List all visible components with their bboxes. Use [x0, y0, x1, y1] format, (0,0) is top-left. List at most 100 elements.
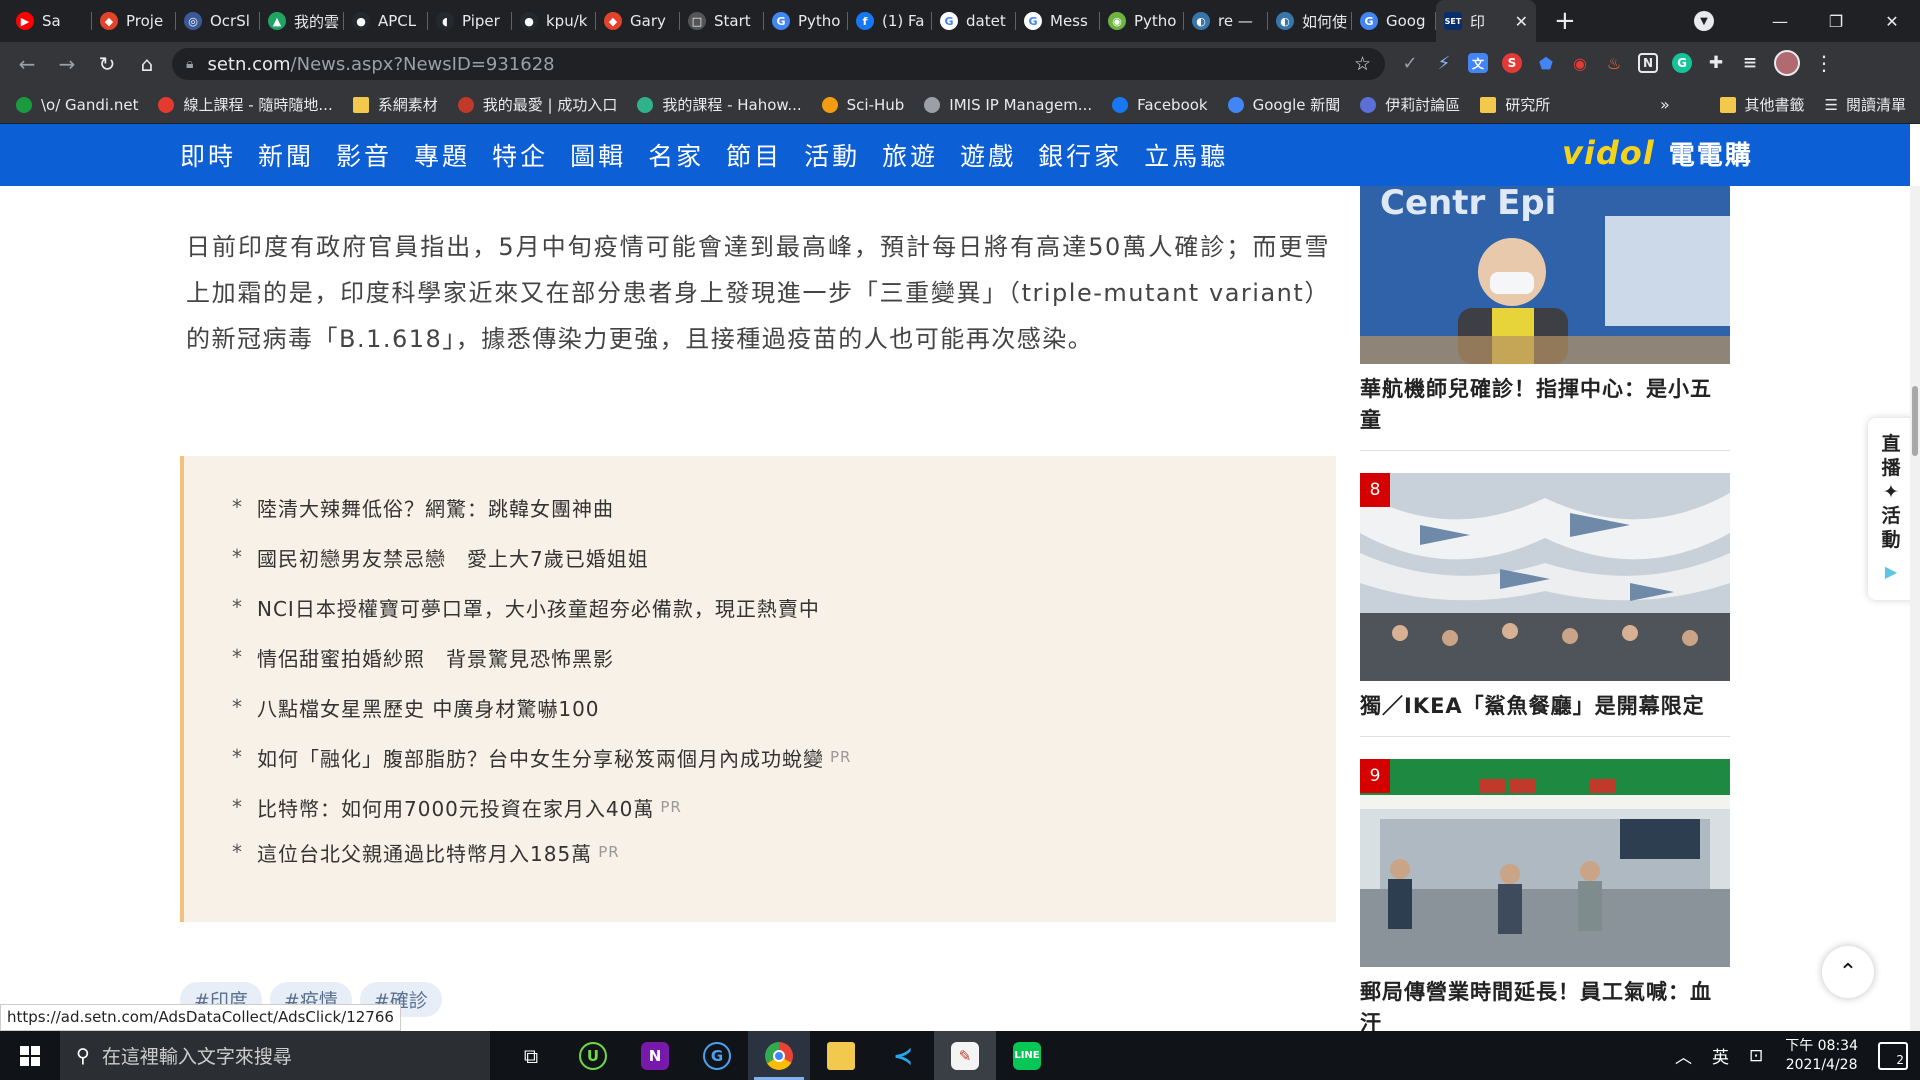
browser-tab[interactable]: Gdatet [932, 0, 1016, 42]
bookmark-item[interactable]: 我的課程 - Hahow... [637, 94, 802, 115]
site-nav-item[interactable]: 活動 [804, 137, 860, 173]
sidebar-thumbnail[interactable]: Centr Epi [1360, 186, 1730, 364]
taskbar-app-onenote[interactable]: N [624, 1031, 686, 1080]
site-nav-item[interactable]: 即時 [180, 137, 236, 173]
ime-indicator[interactable]: 英 [1712, 1043, 1729, 1068]
browser-tab[interactable]: ● kpu/k [512, 0, 596, 42]
home-button[interactable]: ⌂ [130, 47, 164, 81]
browser-tab[interactable]: ◎ OcrSl [176, 0, 260, 42]
vidol-logo[interactable]: vidol [1562, 134, 1655, 172]
forward-button[interactable]: → [50, 47, 84, 81]
bookmark-item[interactable]: Google 新聞 [1227, 94, 1340, 115]
bookmark-star-icon[interactable]: ☆ [1354, 53, 1371, 75]
site-nav-item[interactable]: 專題 [414, 137, 470, 173]
site-nav-item[interactable]: 旅遊 [882, 137, 938, 173]
new-tab-button[interactable]: + [1554, 0, 1576, 42]
profile-avatar[interactable] [1774, 50, 1800, 76]
start-button[interactable] [0, 1031, 60, 1080]
close-window-button[interactable]: ✕ [1864, 12, 1920, 31]
address-bar[interactable]: 🔒︎ setn.com/News.aspx?NewsID=931628 ☆ [172, 48, 1385, 80]
site-nav-item[interactable]: 節目 [726, 137, 782, 173]
fire-extension-icon[interactable]: ♨ [1604, 53, 1624, 73]
site-nav-item[interactable]: 名家 [648, 137, 704, 173]
taskbar-app-explorer[interactable] [810, 1031, 872, 1080]
bolt-extension-icon[interactable]: ⚡ [1434, 53, 1454, 74]
site-nav-item[interactable]: 遊戲 [960, 137, 1016, 173]
live-activity-widget[interactable]: 直播 ✦ 活動 ▶ [1868, 418, 1914, 600]
back-to-top-button[interactable]: ⌃ [1822, 946, 1874, 998]
site-nav-item[interactable]: 銀行家 [1038, 137, 1122, 173]
site-nav-item[interactable]: 影音 [336, 137, 392, 173]
browser-tab[interactable]: ◐ 如何使 [1268, 0, 1352, 42]
browser-tab[interactable]: □ Start [680, 0, 764, 42]
notion-extension-icon[interactable]: N [1638, 53, 1658, 73]
browser-tab[interactable]: ▶ Sa [8, 0, 92, 42]
tab-active[interactable]: SET 印 ✕ [1436, 0, 1536, 42]
browser-tab[interactable]: ◖ Piper [428, 0, 512, 42]
back-button[interactable]: ← [10, 47, 44, 81]
browser-tab[interactable]: G Pytho [764, 0, 848, 42]
bookmark-item[interactable]: 系網素材 [352, 94, 438, 115]
minimize-button[interactable]: — [1752, 12, 1808, 31]
related-link[interactable]: * 八點檔女星黑歷史 中廣身材驚嚇100 [232, 682, 1336, 732]
page-scrollbar[interactable] [1910, 186, 1920, 1031]
reload-button[interactable]: ↻ [90, 47, 124, 81]
related-link[interactable]: * 如何「融化」腹部脂肪？台中女生分享秘笈兩個月內成功蛻變 PR [232, 732, 1336, 782]
grammarly-extension-icon[interactable]: G [1672, 53, 1692, 73]
sidebar-card[interactable]: 9 郵局傳營業時間延長！員工氣喊：血汗 [1360, 759, 1730, 1053]
browser-tab[interactable]: ◐ re — [1184, 0, 1268, 42]
browser-tab[interactable]: ● APCL [344, 0, 428, 42]
other-bookmarks-folder[interactable]: 其他書籤 [1719, 94, 1805, 115]
sidebar-thumbnail[interactable]: 9 [1360, 759, 1730, 967]
sidebar-card[interactable]: 8 獨／IKEA「鯊魚餐廳」是開幕限定 [1360, 473, 1730, 737]
site-nav-item[interactable]: 特企 [492, 137, 548, 173]
browser-tab[interactable]: f (1) Fa [848, 0, 932, 42]
bookmark-item[interactable]: \o/ Gandi.net [16, 94, 138, 115]
related-link[interactable]: * NCI日本授權寶可夢口罩，大小孩童超夯必備款，現正熱賣中 [232, 582, 1336, 632]
sidebar-card-title[interactable]: 華航機師兒確診！指揮中心：是小五童 [1360, 364, 1730, 451]
bookmark-item[interactable]: 伊莉討論區 [1360, 94, 1460, 115]
browser-tab[interactable]: ◉ Pytho [1100, 0, 1184, 42]
notification-center-icon[interactable]: 2 [1878, 1041, 1908, 1070]
related-link[interactable]: * 比特幣：如何用7000元投資在家月入40萬 PR [232, 782, 1336, 832]
taskbar-search-box[interactable]: ⚲ 在這裡輸入文字來搜尋 [60, 1031, 490, 1080]
taskbar-app-chrome[interactable] [748, 1031, 810, 1080]
site-nav-item[interactable]: 圖輯 [570, 137, 626, 173]
taskbar-app-vscode[interactable]: ≺ [872, 1031, 934, 1080]
taskbar-app-upwork[interactable]: U [562, 1031, 624, 1080]
sidebar-thumbnail[interactable]: 8 [1360, 473, 1730, 681]
browser-tab[interactable]: ◆ Gary [596, 0, 680, 42]
bookmark-item[interactable]: 研究所 [1480, 94, 1550, 115]
close-tab-icon[interactable]: ✕ [1515, 12, 1528, 31]
check-extension-icon[interactable]: ✓ [1400, 53, 1420, 74]
taskbar-clock[interactable]: 下午 08:34 2021/4/28 [1785, 1037, 1858, 1075]
browser-tab[interactable]: G Goog [1352, 0, 1436, 42]
browser-tab[interactable]: ▲ 我的雲 [260, 0, 344, 42]
related-link[interactable]: * 這位台北父親通過比特幣月入185萬 PR [232, 832, 1336, 872]
taskbar-app-line[interactable]: LINE [996, 1031, 1058, 1080]
bookmarks-overflow-icon[interactable]: » [1660, 95, 1670, 114]
menu-kebab-icon[interactable]: ⋮ [1814, 51, 1834, 75]
taskbar-app-grammarly[interactable]: G [686, 1031, 748, 1080]
s-extension-icon[interactable]: S [1502, 53, 1522, 73]
site-nav-item[interactable]: 立馬聽 [1144, 137, 1228, 173]
related-link[interactable]: * 國民初戀男友禁忌戀 愛上大7歲已婚姐姐 [232, 532, 1336, 582]
sidebar-card[interactable]: Centr Epi 華航機師兒確診！指揮中心：是小五童 [1360, 186, 1730, 451]
scrollbar-thumb[interactable] [1912, 386, 1918, 456]
shield-extension-icon[interactable]: ⬟ [1536, 53, 1556, 73]
puzzle-extensions-icon[interactable]: ✚ [1706, 53, 1726, 73]
related-link[interactable]: * 陸清大辣舞低俗？網驚：跳韓女團神曲 [232, 482, 1336, 532]
bookmark-item[interactable]: Facebook [1112, 94, 1208, 115]
taskbar-app-pen[interactable]: ✎ [934, 1031, 996, 1080]
bookmark-item[interactable]: 線上課程 - 隨時隨地... [158, 94, 333, 115]
media-control-icon[interactable]: ≡ [1740, 53, 1760, 73]
task-view-button[interactable]: ⧉ [500, 1031, 562, 1080]
ebuy-logo[interactable]: 電電購 [1669, 135, 1753, 172]
restore-button[interactable]: ❐ [1808, 12, 1864, 31]
tab-search-icon[interactable]: ▼ [1694, 11, 1714, 31]
translate-extension-icon[interactable]: 文 [1468, 53, 1488, 73]
tray-chevron-icon[interactable]: ︿ [1675, 1043, 1692, 1068]
browser-tab[interactable]: ◆ Proje [92, 0, 176, 42]
bookmark-item[interactable]: 我的最愛 | 成功入口 [457, 94, 617, 115]
record-extension-icon[interactable]: ◉ [1570, 53, 1590, 73]
